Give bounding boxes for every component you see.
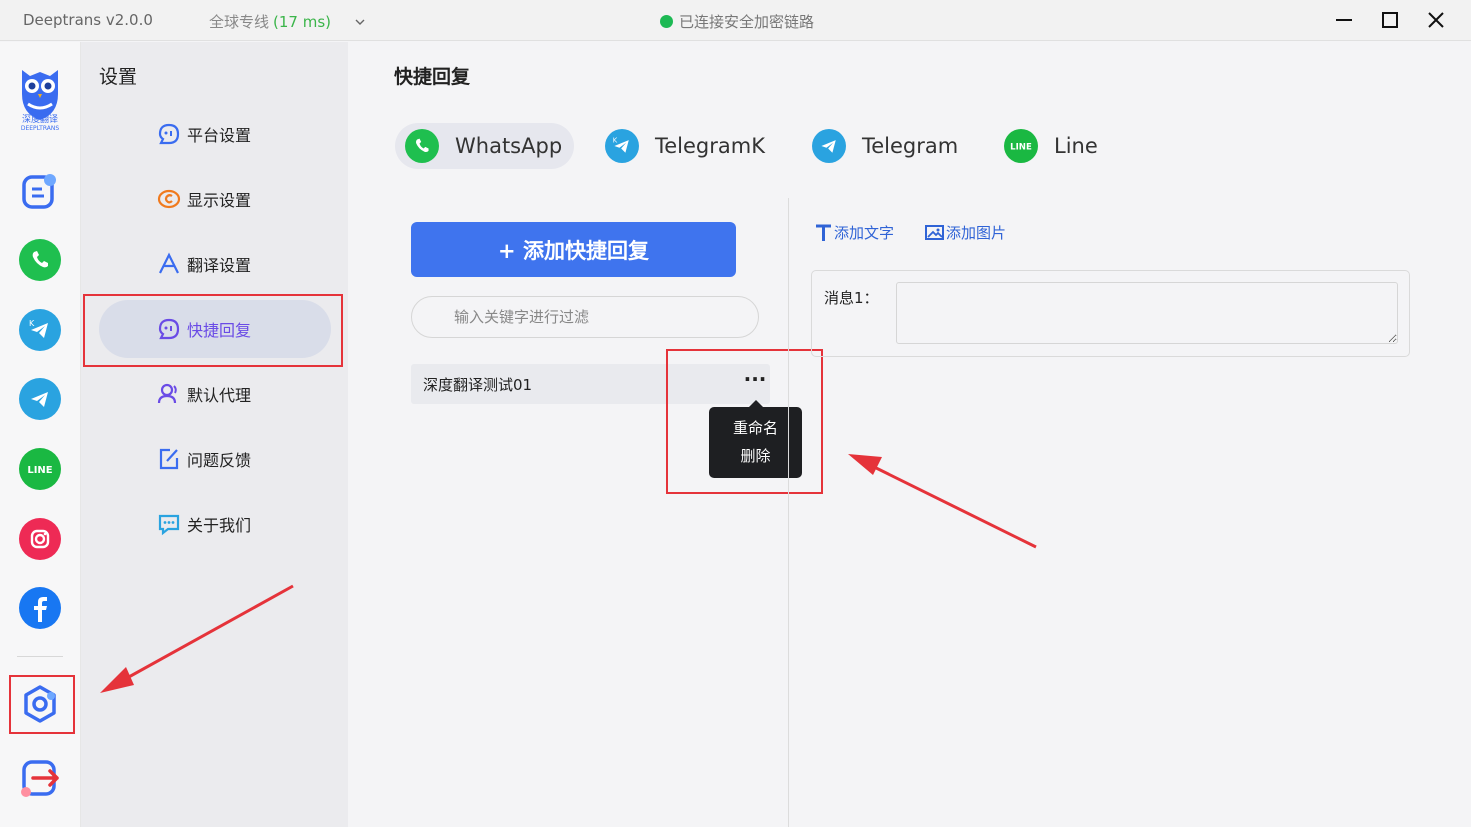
- arrow-to-settings-icon: [100, 584, 294, 693]
- annotation-arrows: [100, 454, 1037, 693]
- arrow-to-popup-icon: [848, 454, 1037, 549]
